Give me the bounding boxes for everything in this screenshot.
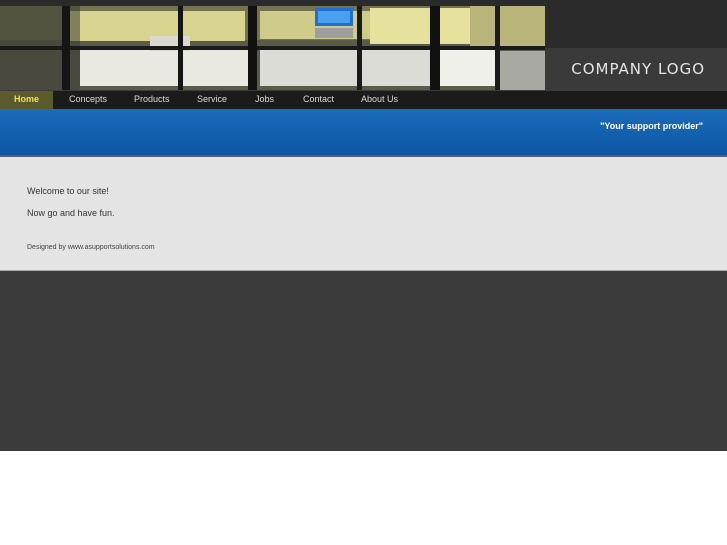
nav-item-service[interactable]: Service xyxy=(197,91,227,109)
welcome-text: Welcome to our site! xyxy=(27,186,109,196)
tagline-band: "Your support provider" xyxy=(0,109,727,157)
main-nav: Home Concepts Products Service Jobs Cont… xyxy=(0,90,727,110)
subtext: Now go and have fun. xyxy=(27,208,115,218)
company-logo[interactable]: COMPANY LOGO xyxy=(571,60,705,78)
page-background-dark xyxy=(0,271,727,451)
banner-image xyxy=(0,6,545,90)
nav-item-about-us[interactable]: About Us xyxy=(361,91,398,109)
nav-item-concepts[interactable]: Concepts xyxy=(69,91,107,109)
nav-item-contact[interactable]: Contact xyxy=(303,91,334,109)
nav-item-products[interactable]: Products xyxy=(134,91,170,109)
nav-item-jobs[interactable]: Jobs xyxy=(255,91,274,109)
header: COMPANY LOGO xyxy=(0,0,727,90)
designer-credit[interactable]: Designed by www.asupportsolutions.com xyxy=(27,244,155,251)
nav-item-home[interactable]: Home xyxy=(0,91,53,109)
tagline: "Your support provider" xyxy=(600,121,703,131)
main-content: Welcome to our site! Now go and have fun… xyxy=(0,157,727,271)
